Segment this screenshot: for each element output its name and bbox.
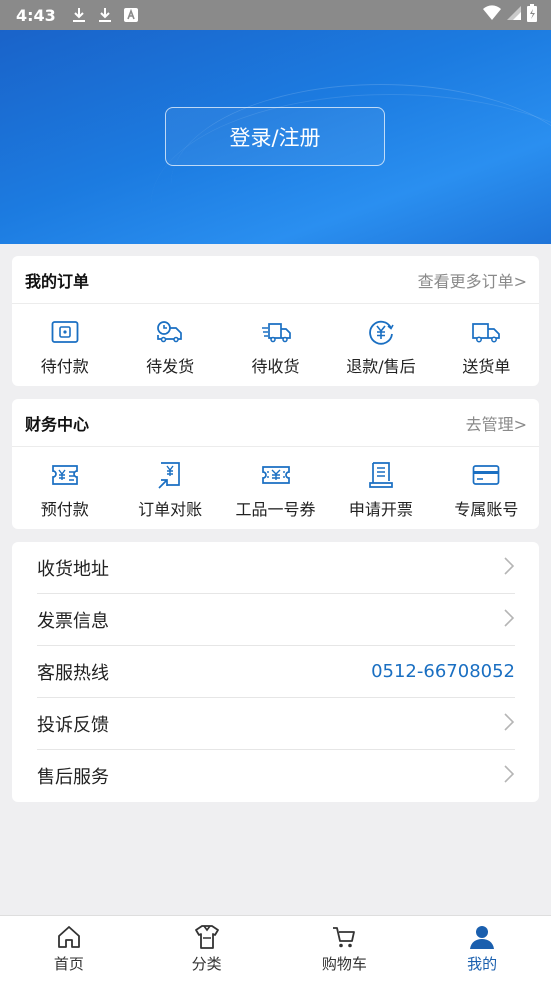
cart-icon (330, 923, 358, 951)
order-delivery-note[interactable]: 送货单 (434, 313, 539, 377)
order-pending-shipment[interactable]: 待发货 (117, 313, 222, 377)
finance-prepayment[interactable]: 预付款 (12, 456, 117, 520)
order-refund-aftersale[interactable]: 退款/售后 (328, 313, 433, 377)
hotline-number[interactable]: 0512-66708052 (371, 661, 515, 682)
wallet-icon (50, 317, 80, 347)
battery-icon (527, 4, 537, 26)
wifi-icon (483, 5, 501, 25)
finance-request-invoice[interactable]: 申请开票 (328, 456, 433, 520)
finance-coupon[interactable]: 工品一号券 (223, 456, 328, 520)
chevron-right-icon (503, 764, 515, 788)
tab-home[interactable]: 首页 (0, 916, 138, 981)
view-more-orders-link[interactable]: 查看更多订单> (418, 268, 527, 292)
shirt-icon (193, 923, 221, 951)
menu-shipping-address[interactable]: 收货地址 (37, 542, 515, 594)
menu-complaint-feedback[interactable]: 投诉反馈 (37, 698, 515, 750)
signal-icon (507, 5, 521, 25)
menu-after-sales-service[interactable]: 售后服务 (37, 750, 515, 802)
app-notification-icon (122, 6, 140, 24)
order-pending-payment[interactable]: 待付款 (12, 313, 117, 377)
download-icon (70, 6, 88, 24)
profile-header: 登录/注册 (0, 30, 551, 244)
orders-card: 我的订单 查看更多订单> 待付款 待发货 待收货 退款/售后 送货单 (12, 256, 539, 386)
tab-cart[interactable]: 购物车 (276, 916, 414, 981)
login-register-button[interactable]: 登录/注册 (165, 107, 385, 166)
order-pending-receipt[interactable]: 待收货 (223, 313, 328, 377)
user-icon (468, 923, 496, 951)
reconcile-icon (155, 460, 185, 490)
invoice-icon (366, 460, 396, 490)
manage-finance-link[interactable]: 去管理> (466, 411, 527, 435)
truck-icon (471, 317, 501, 347)
status-bar: 4:43 (0, 0, 551, 30)
orders-title: 我的订单 (25, 271, 90, 291)
finance-reconciliation[interactable]: 订单对账 (117, 456, 222, 520)
status-time: 4:43 (16, 5, 56, 25)
finance-exclusive-account[interactable]: 专属账号 (434, 456, 539, 520)
tab-mine[interactable]: 我的 (413, 916, 551, 981)
status-indicators (483, 4, 537, 26)
finance-title: 财务中心 (25, 414, 90, 434)
settings-menu: 收货地址 发票信息 客服热线 0512-66708052 投诉反馈 售后服务 (12, 542, 539, 802)
download-icon (96, 6, 114, 24)
chevron-right-icon (503, 556, 515, 580)
finance-card: 财务中心 去管理> 预付款 订单对账 工品一号券 申请开票 专属账号 (12, 399, 539, 529)
menu-invoice-info[interactable]: 发票信息 (37, 594, 515, 646)
tab-category[interactable]: 分类 (138, 916, 276, 981)
coupon-icon (261, 460, 291, 490)
bottom-tab-bar: 首页 分类 购物车 我的 (0, 915, 551, 981)
chevron-right-icon (503, 712, 515, 736)
delivery-truck-icon (261, 317, 291, 347)
card-icon (471, 460, 501, 490)
truck-clock-icon (155, 317, 185, 347)
chevron-right-icon (503, 608, 515, 632)
prepay-icon (50, 460, 80, 490)
home-icon (55, 923, 83, 951)
menu-service-hotline[interactable]: 客服热线 0512-66708052 (37, 646, 515, 698)
refund-icon (366, 317, 396, 347)
